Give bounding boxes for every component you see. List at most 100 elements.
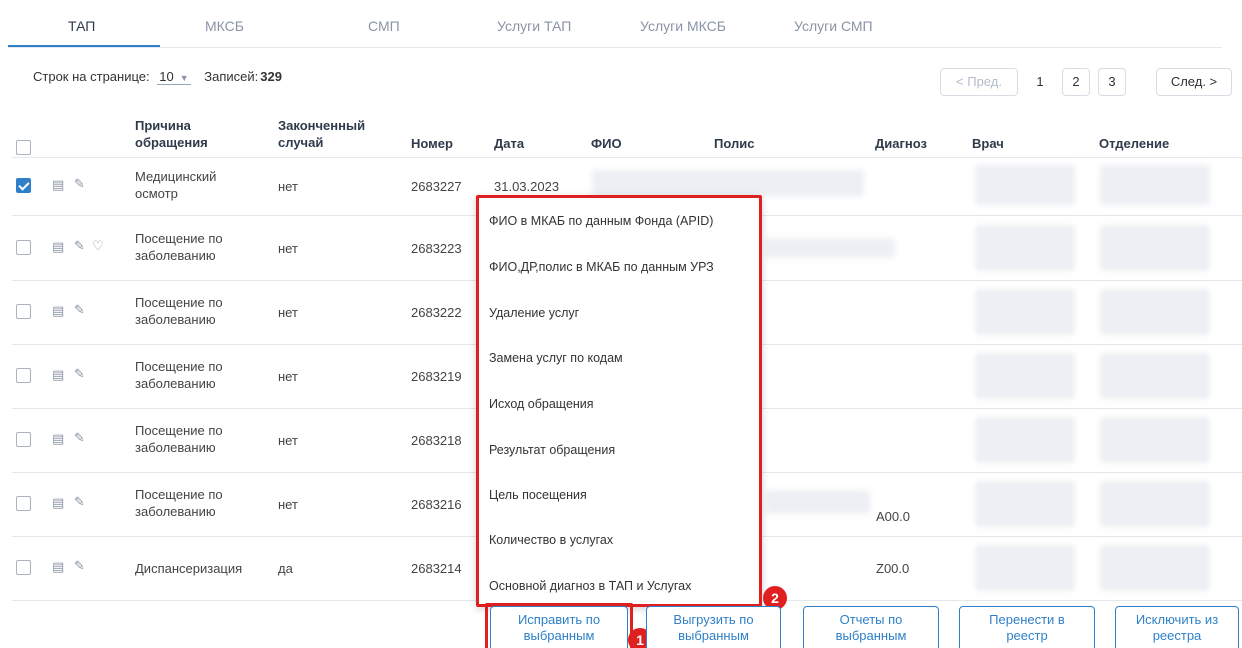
- tab-services-tap[interactable]: Услуги ТАП: [497, 18, 571, 34]
- redacted-doctor: [975, 289, 1075, 335]
- redacted-department: [1100, 417, 1210, 463]
- fix-options-menu: ФИО в МКАБ по данным Фонда (APID) ФИО,ДР…: [476, 195, 762, 607]
- redacted-fio-policy: [592, 170, 864, 196]
- redacted-department: [1100, 165, 1210, 205]
- reports-selected-button[interactable]: Отчеты по выбранным: [803, 606, 939, 648]
- menu-item-service-quantity[interactable]: Количество в услугах: [489, 533, 613, 547]
- row-finished: нет: [278, 305, 298, 320]
- tab-mksb[interactable]: МКСБ: [205, 18, 244, 34]
- row-checkbox[interactable]: [16, 178, 31, 193]
- row-checkbox[interactable]: [16, 240, 31, 255]
- tab-smp[interactable]: СМП: [368, 18, 400, 34]
- tab-bar: ТАП МКСБ СМП Услуги ТАП Услуги МКСБ Услу…: [8, 0, 1222, 48]
- col-policy-header[interactable]: Полис: [714, 135, 754, 152]
- menu-item-visit-purpose[interactable]: Цель посещения: [489, 488, 587, 502]
- menu-item-replace-services[interactable]: Замена услуг по кодам: [489, 351, 623, 365]
- row-checkbox[interactable]: [16, 496, 31, 511]
- redacted-doctor: [975, 353, 1075, 399]
- menu-item-delete-services[interactable]: Удаление услуг: [489, 306, 579, 320]
- menu-item-fio-dr-policy-urz[interactable]: ФИО,ДР,полис в МКАБ по данным УРЗ: [489, 260, 714, 274]
- row-reason: Посещение по заболеванию: [135, 295, 223, 327]
- view-icon[interactable]: ▤: [52, 367, 64, 383]
- page-2-button[interactable]: 2: [1062, 68, 1090, 96]
- tab-tap[interactable]: ТАП: [68, 18, 95, 34]
- redacted-department: [1100, 353, 1210, 399]
- redacted-doctor: [975, 481, 1075, 527]
- tooth-icon[interactable]: ♡: [92, 238, 104, 254]
- edit-icon[interactable]: ✎: [74, 558, 85, 574]
- row-number: 2683222: [411, 305, 462, 320]
- view-icon[interactable]: ▤: [52, 177, 64, 193]
- redacted-doctor: [975, 225, 1075, 271]
- view-icon[interactable]: ▤: [52, 239, 64, 255]
- menu-item-main-diagnosis[interactable]: Основной диагноз в ТАП и Услугах: [489, 579, 691, 593]
- row-checkbox[interactable]: [16, 432, 31, 447]
- edit-icon[interactable]: ✎: [74, 238, 85, 254]
- exclude-from-registry-button[interactable]: Исключить из реестра: [1115, 606, 1239, 648]
- row-checkbox[interactable]: [16, 560, 31, 575]
- col-doctor-header[interactable]: Врач: [972, 135, 1004, 152]
- edit-icon[interactable]: ✎: [74, 176, 85, 192]
- row-number: 2683216: [411, 497, 462, 512]
- col-finished-header[interactable]: Законченный случай: [278, 117, 365, 151]
- col-fio-header[interactable]: ФИО: [591, 135, 622, 152]
- view-icon[interactable]: ▤: [52, 303, 64, 319]
- next-page-button[interactable]: След. >: [1156, 68, 1232, 96]
- records-label: Записей:: [204, 69, 259, 84]
- row-reason: Посещение по заболеванию: [135, 359, 223, 391]
- view-icon[interactable]: ▤: [52, 495, 64, 511]
- menu-item-result[interactable]: Результат обращения: [489, 443, 615, 457]
- redacted-doctor: [975, 165, 1075, 205]
- row-finished: нет: [278, 179, 298, 194]
- row-number: 2683227: [411, 179, 462, 194]
- active-tab-indicator: [8, 45, 160, 47]
- edit-icon[interactable]: ✎: [74, 302, 85, 318]
- view-icon[interactable]: ▤: [52, 431, 64, 447]
- view-icon[interactable]: ▤: [52, 559, 64, 575]
- page-3-button[interactable]: 3: [1098, 68, 1126, 96]
- prev-page-button[interactable]: < Пред.: [940, 68, 1018, 96]
- edit-icon[interactable]: ✎: [74, 366, 85, 382]
- edit-icon[interactable]: ✎: [74, 430, 85, 446]
- row-date: 31.03.2023: [494, 179, 560, 194]
- tab-services-smp[interactable]: Услуги СМП: [794, 18, 873, 34]
- pagination-info: Строк на странице: 10 ▼ Записей: 329: [33, 69, 282, 85]
- row-finished: нет: [278, 241, 298, 256]
- rows-per-page-label: Строк на странице:: [33, 69, 150, 84]
- chevron-down-icon: ▼: [179, 73, 189, 83]
- row-finished: нет: [278, 369, 298, 384]
- redacted-policy: [765, 238, 895, 258]
- fix-button-highlight: [485, 603, 633, 648]
- col-department-header[interactable]: Отделение: [1099, 135, 1169, 152]
- row-checkbox[interactable]: [16, 368, 31, 383]
- col-reason-header[interactable]: Причина обращения: [135, 117, 208, 151]
- menu-item-fio-apid[interactable]: ФИО в МКАБ по данным Фонда (APID): [489, 214, 713, 228]
- page-1-button[interactable]: 1: [1026, 68, 1054, 96]
- edit-icon[interactable]: ✎: [74, 494, 85, 510]
- row-checkbox[interactable]: [16, 304, 31, 319]
- row-reason: Посещение по заболеванию: [135, 231, 223, 263]
- row-number: 2683214: [411, 561, 462, 576]
- row-number: 2683223: [411, 241, 462, 256]
- move-to-registry-button[interactable]: Перенести в реестр: [959, 606, 1095, 648]
- select-all-checkbox[interactable]: [16, 140, 31, 155]
- row-reason: Посещение по заболеванию: [135, 423, 223, 455]
- row-number: 2683218: [411, 433, 462, 448]
- redacted-department: [1100, 289, 1210, 335]
- col-diagnosis-header[interactable]: Диагноз: [875, 135, 927, 152]
- rows-per-page-select[interactable]: 10 ▼: [157, 69, 191, 85]
- redacted-department: [1100, 545, 1210, 591]
- col-date-header[interactable]: Дата: [494, 135, 524, 152]
- menu-item-outcome[interactable]: Исход обращения: [489, 397, 594, 411]
- redacted-policy: [766, 490, 870, 514]
- row-diagnosis: Z00.0: [876, 561, 910, 576]
- row-finished: нет: [278, 497, 298, 512]
- row-finished: нет: [278, 433, 298, 448]
- row-diagnosis: A00.0: [876, 509, 910, 524]
- header-divider: [12, 157, 1242, 158]
- tab-services-mksb[interactable]: Услуги МКСБ: [640, 18, 726, 34]
- row-number: 2683219: [411, 369, 462, 384]
- col-number-header[interactable]: Номер: [411, 135, 453, 152]
- row-reason: Посещение по заболеванию: [135, 487, 223, 519]
- export-selected-button[interactable]: Выгрузить по выбранным: [646, 606, 781, 648]
